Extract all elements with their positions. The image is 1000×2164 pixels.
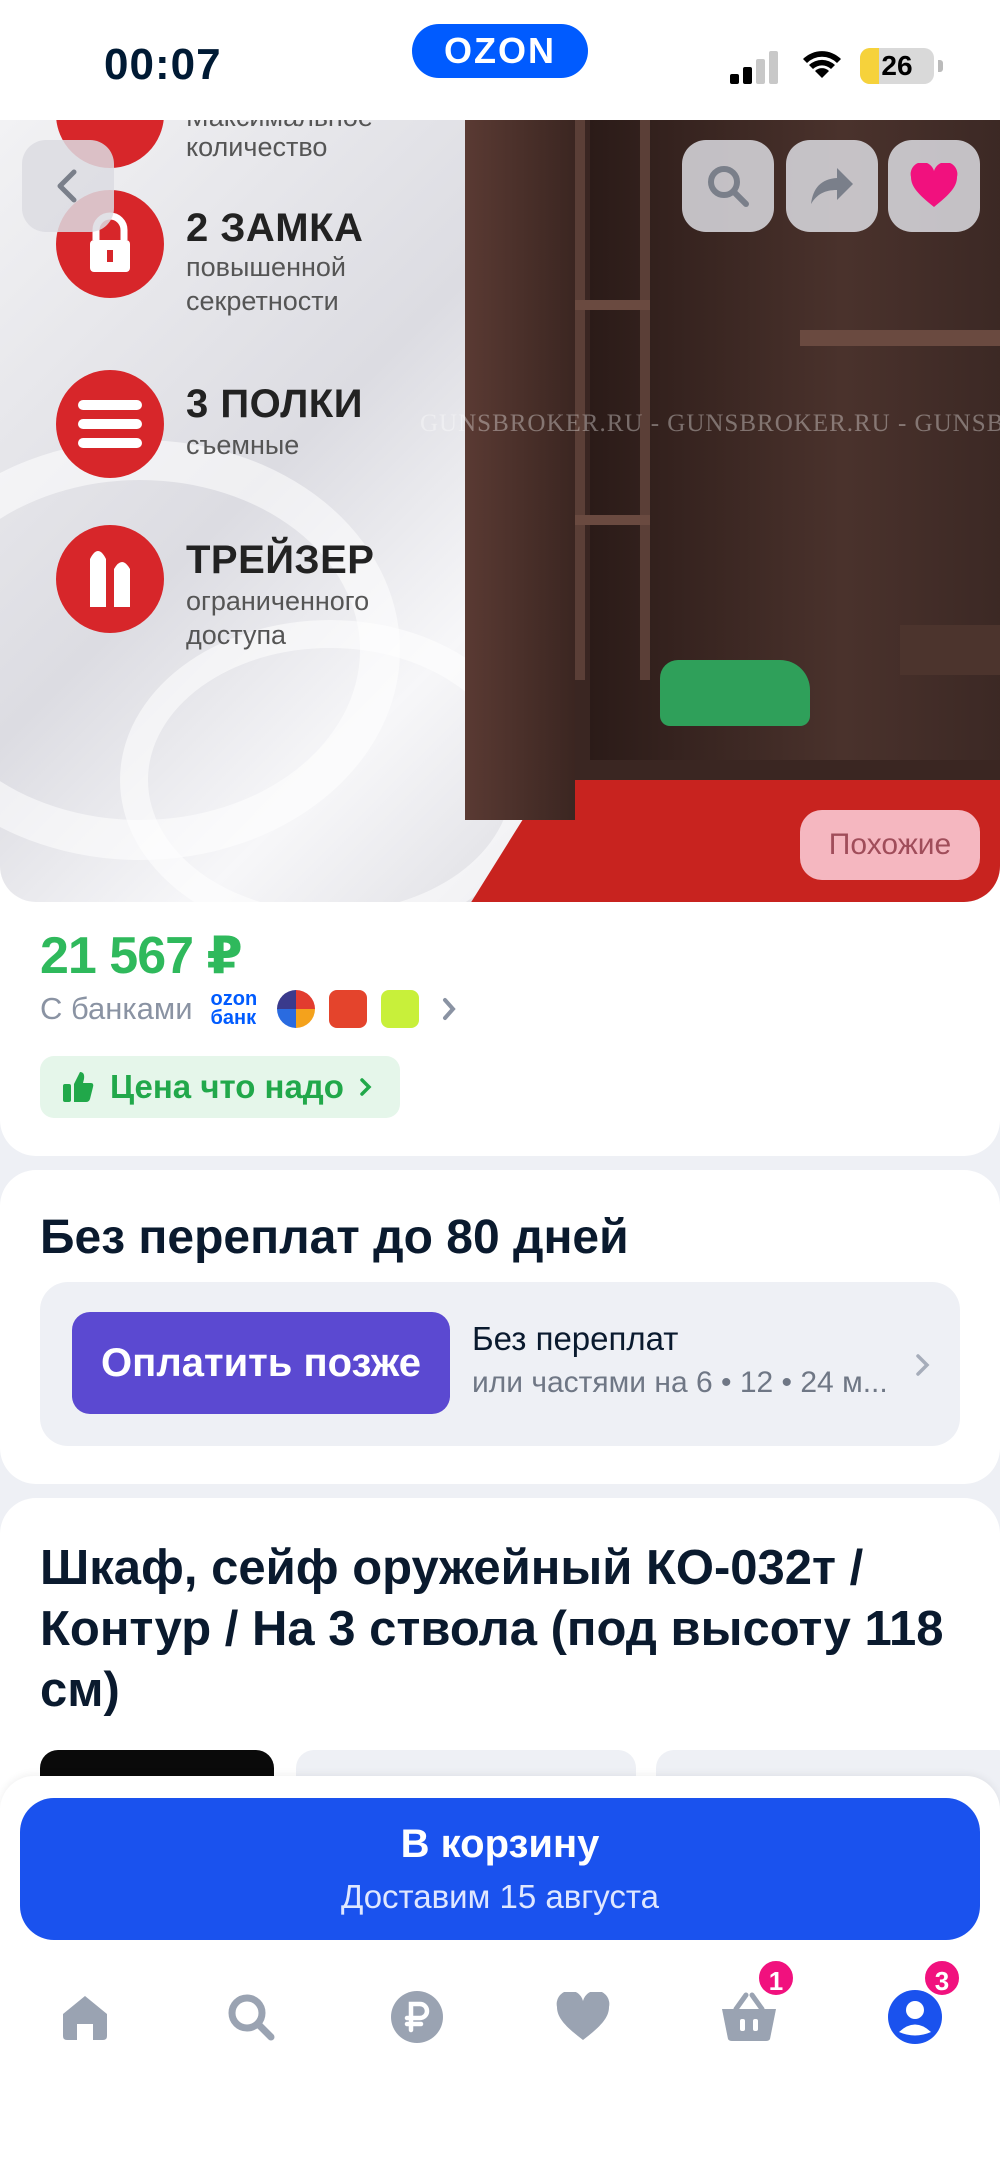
watermark: GUNSBROKER.RU - GUNSBROKER.RU - GUNSBROK… [420,410,1000,437]
status-time: 00:07 [104,40,222,89]
add-to-cart-button[interactable]: В корзину Доставим 15 августа [20,1798,980,1940]
shelves-icon [56,370,164,478]
pay-later-button[interactable]: Оплатить позже [72,1312,450,1414]
bank-logo-icon [328,990,367,1028]
bnpl-card: Без переплат до 80 дней Оплатить позже Б… [0,1170,1000,1484]
chevron-right-icon [916,1354,930,1376]
profile-notification-badge: 3 [922,1958,962,1998]
tab-bar: 1 3 [0,1958,1000,2072]
basket-icon [722,1992,776,2041]
home-indicator [366,2134,634,2144]
bottom-bar: В корзину Доставим 15 августа 1 3 [0,1776,1000,2164]
chevron-right-icon [442,998,456,1020]
tab-favorites[interactable] [538,1972,628,2062]
share-icon [811,168,853,204]
feature-title-3: ТРЕЙЗЕР [186,538,375,582]
ozon-bank-logo: ozon банк [210,988,258,1029]
ammo-icon [56,525,164,633]
tab-finance[interactable] [372,1972,462,2062]
ruble-icon [391,1991,443,2043]
bnpl-offer[interactable]: Оплатить позже Без переплат или частями … [40,1282,960,1446]
tab-profile[interactable]: 3 [870,1958,962,2062]
bnpl-line-1: Без переплат [472,1320,679,1357]
delivery-date: Доставим 15 августа [340,1878,659,1915]
heart-icon [556,1992,610,2040]
favorite-button[interactable] [888,140,980,232]
feature-subtitle-0: количество [186,132,328,162]
profile-icon [888,1990,942,2044]
similar-button[interactable]: Похожие [800,810,980,880]
ozon-logo: OZON [412,24,588,78]
back-button[interactable] [22,140,114,232]
feature-subtitle-3: ограниченного доступа [186,586,370,650]
bank-logo-icon [276,990,315,1028]
bank-logo-icon [380,990,419,1028]
bnpl-line-2: или частями на 6 • 12 • 24 м... [472,1366,888,1399]
cart-count-badge: 1 [756,1958,796,1998]
add-to-cart-label: В корзину [400,1822,600,1866]
product-price: 21 567 ₽ [40,927,243,985]
cellular-signal-icon [730,50,782,84]
good-price-badge[interactable]: Цена что надо [40,1056,400,1118]
good-price-label: Цена что надо [110,1068,344,1105]
status-bar: 00:07 OZON 26 [0,0,1000,120]
wifi-icon [800,46,844,87]
gun-rest [660,660,810,726]
bnpl-title: Без переплат до 80 дней [40,1211,629,1264]
product-image-gallery[interactable]: GUNSBROKER.RU - GUNSBROKER.RU - GUNSBROK… [0,120,1000,902]
chevron-left-icon [57,169,77,203]
share-button[interactable] [786,140,878,232]
price-card: 21 567 ₽ С банками ozon банк Цена что на… [0,860,1000,1156]
feature-title-2: 3 ПОЛКИ [186,382,363,426]
search-icon [708,166,749,207]
heart-icon [910,163,958,207]
feature-subtitle-1: повышенной секретности [186,252,346,316]
tab-cart[interactable]: 1 [704,1958,796,2062]
bank-offers-row[interactable]: С банками ozon банк [40,986,469,1032]
tab-search[interactable] [206,1972,296,2062]
product-title: Шкаф, сейф оружейный КО-032т / Контур / … [40,1541,944,1717]
battery-level: 26 [881,50,913,81]
search-button[interactable] [682,140,774,232]
feature-title-1: 2 ЗАМКА [186,206,364,250]
tab-home[interactable] [40,1972,130,2062]
home-icon [63,1996,107,2040]
chevron-right-icon [360,1078,372,1096]
battery-icon: 26 [860,48,934,84]
feature-subtitle-2: съемные [186,430,300,460]
with-banks-label: С банками [40,991,193,1026]
thumbs-up-icon [63,1072,94,1102]
search-icon [228,1994,275,2041]
